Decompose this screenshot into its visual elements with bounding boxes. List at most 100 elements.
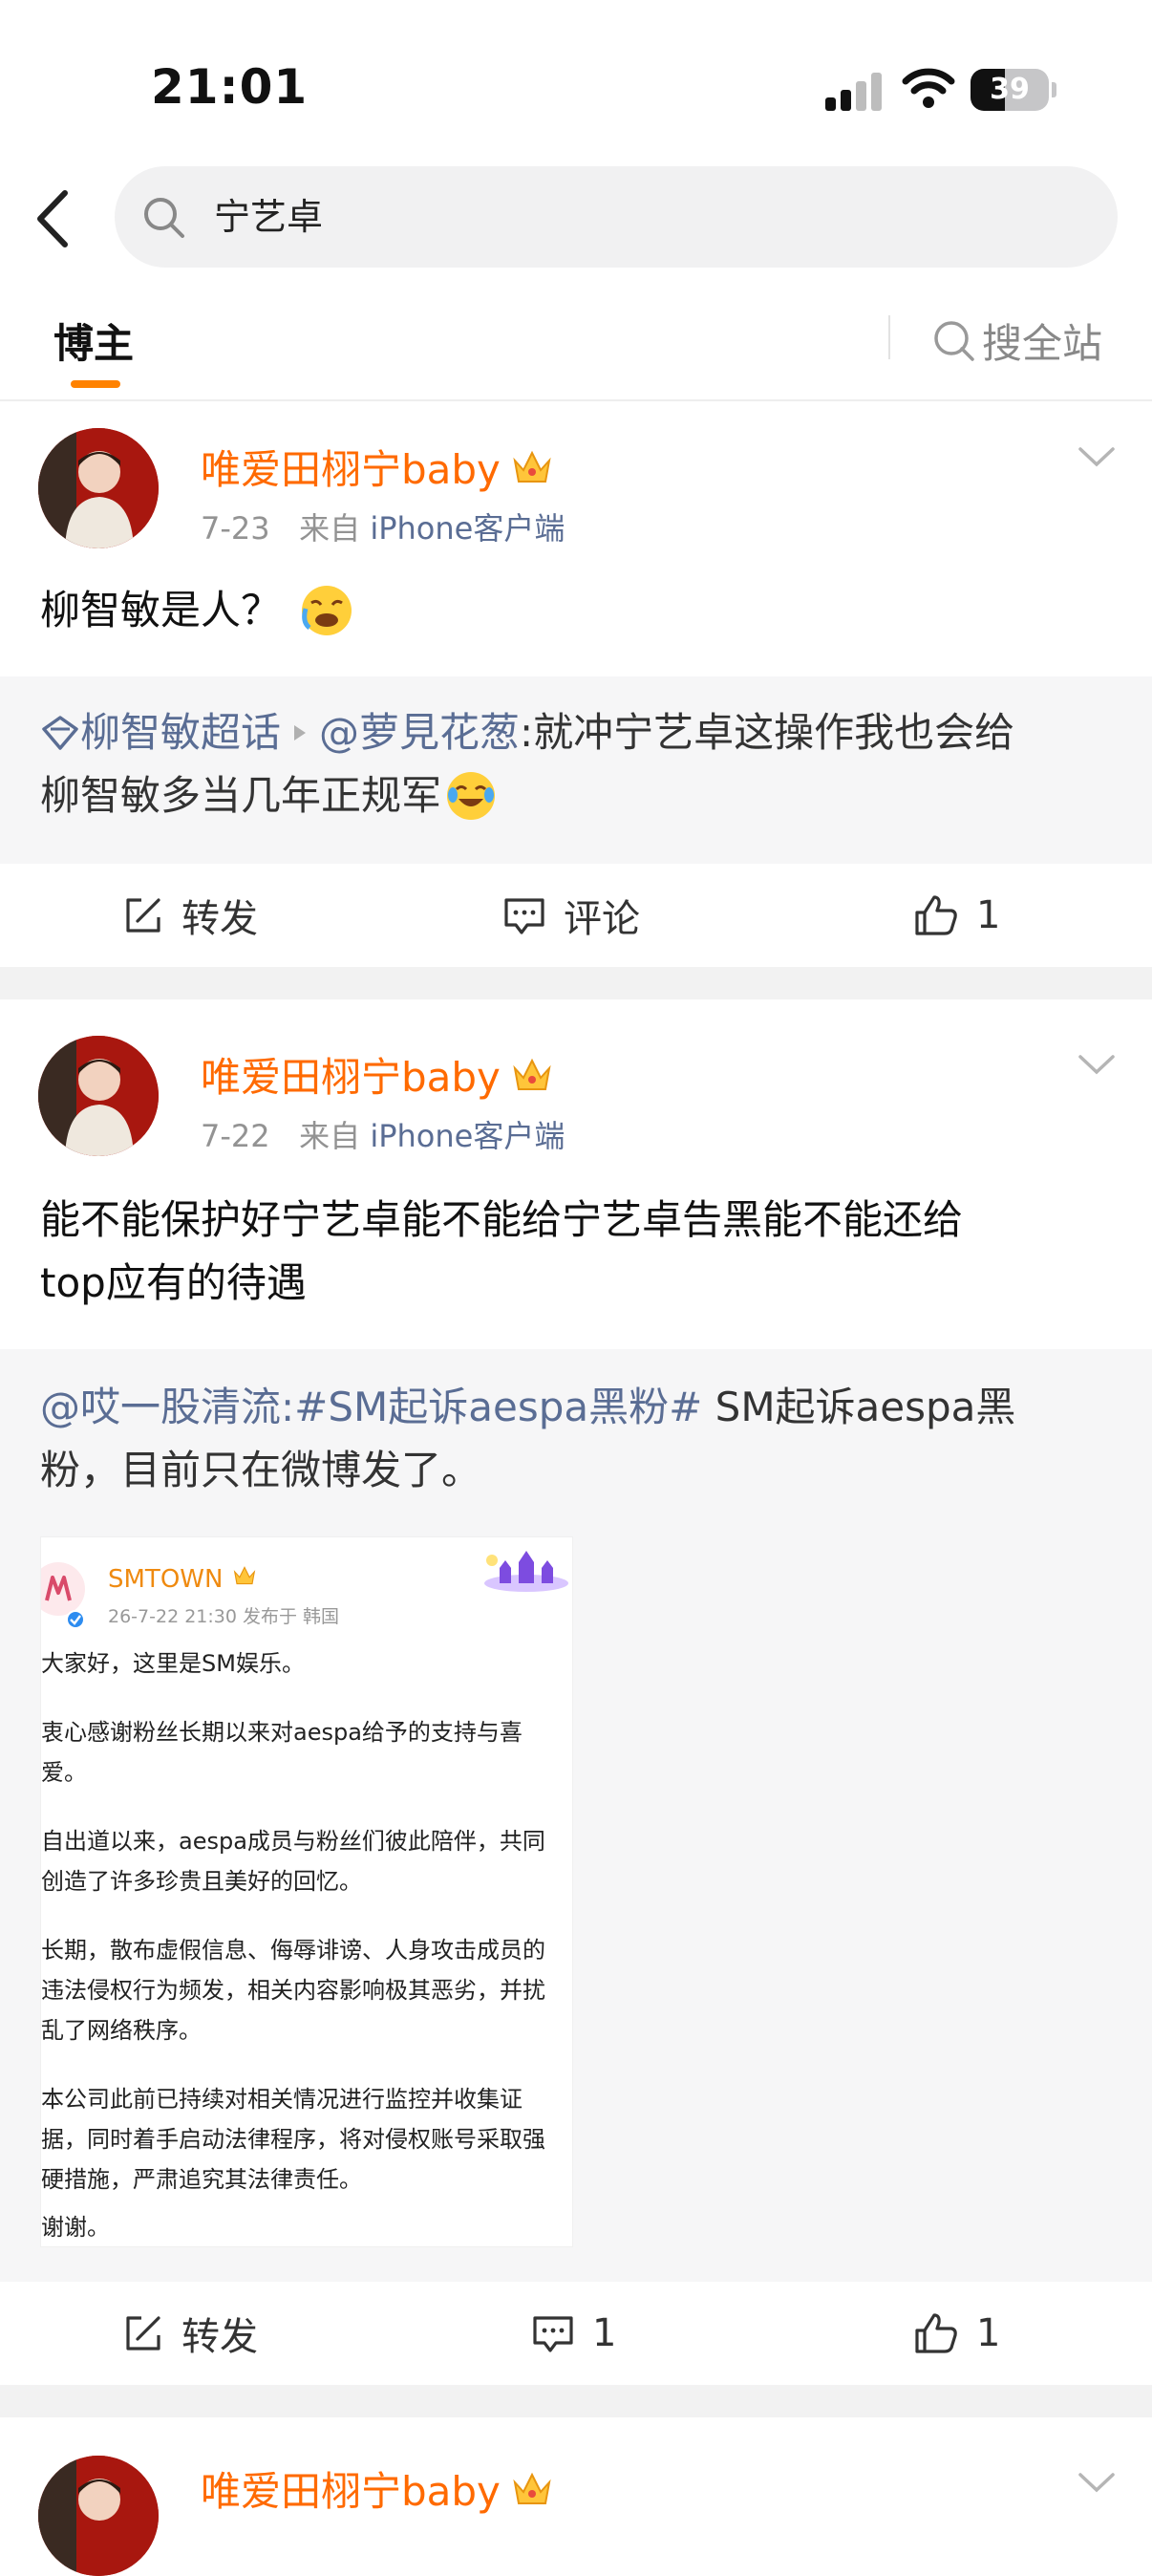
- repost-text-1: SM起诉aespa黑: [702, 1384, 1016, 1430]
- post-separator: [0, 967, 1152, 999]
- embed-line: 衷心感谢粉丝长期以来对aespa给予的支持与喜: [41, 1719, 523, 1746]
- user-name-text: 唯爱田栩宁baby: [201, 446, 501, 493]
- embed-line: 据，同时着手启动法律程序，将对侵权账号采取强: [41, 2126, 545, 2153]
- super-topic-icon: [42, 716, 78, 750]
- embed-line: 谢谢。: [41, 2214, 110, 2241]
- repost-text-2: 粉，目前只在微博发了。: [40, 1447, 482, 1493]
- tab-bloggers[interactable]: 博主: [53, 311, 134, 370]
- active-tab-indicator: [71, 380, 120, 388]
- cellular-signal-icon: [825, 73, 882, 111]
- source-prefix: 来自: [299, 510, 361, 547]
- user-name[interactable]: 唯爱田栩宁baby: [201, 2459, 554, 2518]
- post-date: 7-23: [201, 510, 270, 547]
- post-text-line-1: 能不能保护好宁艺卓能不能给宁艺卓告黑能不能还给: [40, 1196, 964, 1243]
- post-text-content: 柳智敏是人？: [40, 587, 282, 633]
- post-source[interactable]: iPhone客户端: [370, 510, 565, 547]
- repost-text-1: :就冲宁艺卓这操作我也会给: [520, 709, 1015, 756]
- share-edit-icon: [126, 2316, 160, 2351]
- user-name[interactable]: 唯爱田栩宁baby: [201, 1045, 554, 1104]
- user-name-text: 唯爱田栩宁baby: [201, 1054, 501, 1101]
- back-arrow-icon[interactable]: [29, 187, 76, 250]
- post-separator: [0, 2385, 1152, 2417]
- mention-link[interactable]: @哎一股清流: [40, 1384, 281, 1430]
- thumbs-up-icon: [915, 2313, 957, 2353]
- post-text-line-2: top应有的待遇: [40, 1259, 307, 1306]
- embed-line: 乱了网络秩序。: [41, 2017, 202, 2044]
- like-button[interactable]: 1: [913, 2282, 1000, 2385]
- embed-line: 长期，散布虚假信息、侮辱诽谤、人身攻击成员的: [41, 1937, 545, 1964]
- search-query: 宁艺卓: [214, 196, 324, 238]
- user-name[interactable]: 唯爱田栩宁baby: [201, 438, 554, 496]
- comment-count: 1: [592, 2311, 617, 2355]
- like-count: 1: [976, 2311, 1001, 2355]
- site-search-button[interactable]: 搜全站: [932, 311, 1102, 370]
- crown-badge-icon: [513, 1058, 551, 1090]
- castle-decoration-icon: [484, 1551, 568, 1592]
- play-triangle-icon: [294, 725, 307, 741]
- post-text: 柳智敏是人？: [40, 579, 353, 642]
- smtown-logo: [41, 1562, 85, 1616]
- comment-icon: [504, 898, 544, 934]
- post-text: 能不能保护好宁艺卓能不能给宁艺卓告黑能不能还给 top应有的待遇: [40, 1189, 1120, 1315]
- crown-badge-icon: [513, 2472, 551, 2504]
- site-search-label: 搜全站: [982, 320, 1103, 367]
- embed-line: 爱。: [41, 1759, 87, 1786]
- avatar[interactable]: [38, 428, 159, 548]
- repost-text: 柳智敏超话 @萝見花葱 :就冲宁艺卓这操作我也会给 柳智敏多当几年正规军: [40, 701, 1120, 827]
- post-action-bar: 转发 评论 1: [0, 864, 1152, 967]
- chevron-down-icon[interactable]: [1077, 2471, 1116, 2494]
- super-topic-link[interactable]: 柳智敏超话: [80, 701, 281, 764]
- chevron-down-icon[interactable]: [1077, 445, 1116, 468]
- status-time: 21:01: [151, 59, 309, 115]
- like-button[interactable]: 1: [913, 864, 1000, 967]
- embed-line: 大家好，这里是SM娱乐。: [41, 1650, 305, 1677]
- comment-icon: [533, 2316, 573, 2352]
- share-edit-icon: [126, 898, 160, 933]
- search-icon: [144, 198, 184, 238]
- repost-image[interactable]: SMTOWN 26-7-22 21:30 发布于 韩国 大家好，这里是SM娱乐。…: [40, 1536, 573, 2247]
- search-input[interactable]: 宁艺卓: [115, 166, 1118, 268]
- comment-button[interactable]: 评论: [502, 864, 640, 967]
- crown-badge-icon: [513, 450, 551, 483]
- post-meta: 7-23 来自 iPhone客户端: [201, 504, 565, 548]
- embed-line: 违法侵权行为频发，相关内容影响极其恶劣，并扰: [41, 1977, 545, 2004]
- comment-button[interactable]: 1: [531, 2282, 616, 2385]
- comment-label: 评论: [564, 897, 640, 941]
- post-meta: 7-22 来自 iPhone客户端: [201, 1112, 565, 1156]
- search-icon: [934, 320, 974, 361]
- embed-line: 自出道以来，aespa成员与粉丝们彼此陪伴，共同: [41, 1828, 545, 1855]
- repost-button[interactable]: 转发: [122, 2282, 258, 2385]
- user-name-text: 唯爱田栩宁baby: [201, 2468, 501, 2515]
- repost-text-2: 柳智敏多当几年正规军: [40, 772, 442, 819]
- thumbs-up-icon: [915, 895, 957, 935]
- chevron-down-icon[interactable]: [1077, 1053, 1116, 1076]
- embed-date: 26-7-22 21:30 发布于 韩国: [108, 1606, 340, 1627]
- avatar[interactable]: [38, 2456, 159, 2576]
- post-date: 7-22: [201, 1118, 270, 1154]
- wifi-icon: [902, 68, 955, 108]
- crying-emoji-icon: [302, 586, 352, 635]
- embed-line: 硬措施，严肃追究其法律责任。: [41, 2166, 362, 2193]
- battery-icon: 39: [971, 69, 1056, 111]
- tab-divider: [888, 315, 890, 359]
- battery-level: 39: [990, 73, 1030, 106]
- embed-line: 本公司此前已持续对相关情况进行监控并收集证: [41, 2086, 523, 2113]
- laugh-cry-emoji-icon: [447, 772, 496, 820]
- verified-badge-icon: [66, 1610, 85, 1629]
- repost-label: 转发: [181, 2315, 258, 2359]
- embed-account-text: SMTOWN: [108, 1565, 224, 1594]
- source-prefix: 来自: [299, 1118, 361, 1154]
- avatar[interactable]: [38, 1036, 159, 1156]
- hashtag-link[interactable]: :#SM起诉aespa黑粉#: [281, 1384, 702, 1430]
- repost-button[interactable]: 转发: [122, 864, 258, 967]
- crown-badge-icon: [233, 1566, 255, 1585]
- repost-label: 转发: [181, 897, 258, 941]
- repost-text: @哎一股清流:#SM起诉aespa黑粉# SM起诉aespa黑 粉，目前只在微博…: [40, 1376, 1120, 1502]
- post-action-bar: 转发 1 1: [0, 2282, 1152, 2385]
- post-source[interactable]: iPhone客户端: [370, 1118, 565, 1154]
- mention-link[interactable]: @萝見花葱: [319, 701, 520, 764]
- embed-line: 创造了许多珍贵且美好的回忆。: [41, 1868, 362, 1895]
- like-count: 1: [976, 893, 1001, 937]
- embed-account-name: SMTOWN: [108, 1564, 258, 1594]
- header-divider: [0, 399, 1152, 401]
